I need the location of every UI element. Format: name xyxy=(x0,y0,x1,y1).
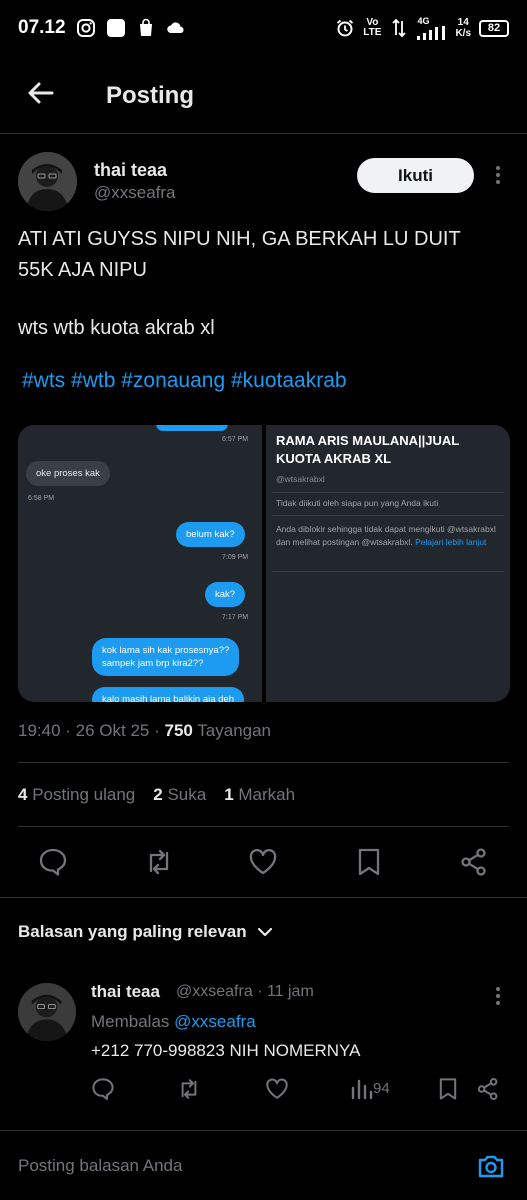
chat-bubble-out: kalo masih lama balikin aja deh xyxy=(92,687,245,702)
share-icon[interactable] xyxy=(476,1077,500,1101)
chat-bubble-out: belum kak? xyxy=(176,522,245,547)
like-icon[interactable] xyxy=(248,847,278,877)
post-media[interactable]: 6:57 PM oke proses kak 6:58 PM belum kak… xyxy=(18,425,510,702)
post-text-line: 55K AJA NIPU xyxy=(18,259,147,281)
app-notification-icon xyxy=(106,19,125,37)
author-handle[interactable]: @xxseafra xyxy=(94,183,176,203)
divider xyxy=(18,826,509,827)
replying-to: Membalas @xxseafra xyxy=(91,1012,256,1031)
post-text-line: wts wtb kuota akrab xl xyxy=(18,317,215,339)
reply-mention[interactable]: @xxseafra xyxy=(174,1012,256,1031)
profile-divider xyxy=(272,571,504,572)
bookmarks-stat[interactable]: 1 Markah xyxy=(224,785,295,805)
signal-indicator: 4G xyxy=(417,16,447,40)
reply-input[interactable]: Posting balasan Anda xyxy=(18,1156,182,1176)
top-bar: Posting xyxy=(0,56,527,134)
post-meta: 19:40 · 26 Okt 25 · 750 Tayangan xyxy=(18,721,272,740)
author-name[interactable]: thai teaa xyxy=(94,160,167,181)
page-title: Posting xyxy=(106,82,194,109)
repost-icon[interactable] xyxy=(177,1077,201,1101)
chat-timestamp: 7:09 PM xyxy=(222,554,249,561)
back-arrow-icon[interactable] xyxy=(24,76,58,110)
post-stats: 4 Posting ulang 2 Suka 1 Markah xyxy=(18,785,295,805)
alarm-icon xyxy=(337,19,354,37)
likes-stat[interactable]: 2 Suka xyxy=(153,785,206,805)
follow-button[interactable]: Ikuti xyxy=(357,158,474,193)
post-text-line: ATI ATI GUYSS NIPU NIH, GA BERKAH LU DUI… xyxy=(18,228,461,250)
status-time: 07.12 xyxy=(18,17,66,38)
chat-timestamp: 7:17 PM xyxy=(222,614,249,621)
more-icon[interactable] xyxy=(495,166,501,184)
divider xyxy=(0,897,527,898)
reply-author-name[interactable]: thai teaa xyxy=(91,982,160,1002)
chat-timestamp: 6:57 PM xyxy=(222,436,249,443)
profile-followers-note: Tidak diikuti oleh siapa pun yang Anda i… xyxy=(276,498,439,508)
reply-text: +212 770-998823 NIH NOMERNYA xyxy=(91,1041,361,1060)
reply-composer[interactable]: Posting balasan Anda xyxy=(0,1130,527,1200)
post-time: 19:40 xyxy=(18,721,61,740)
views-label: Tayangan xyxy=(197,721,272,740)
chat-screenshot[interactable]: 6:57 PM oke proses kak 6:58 PM belum kak… xyxy=(18,425,262,702)
instagram-icon xyxy=(76,19,95,37)
reply-icon[interactable] xyxy=(38,847,68,877)
cloud-icon xyxy=(166,22,184,33)
bookmark-icon[interactable] xyxy=(354,847,384,877)
share-icon[interactable] xyxy=(459,847,489,877)
post-hashtags[interactable]: #wts #wtb #zonauang #kuotaakrab xyxy=(22,369,347,393)
reply-icon[interactable] xyxy=(91,1077,115,1101)
reply-author-avatar[interactable] xyxy=(18,983,76,1041)
reposts-stat[interactable]: 4 Posting ulang xyxy=(18,785,135,805)
camera-icon[interactable] xyxy=(476,1151,506,1181)
status-bar: 07.12 Vo LTE 4G 14 K/s 82 xyxy=(0,0,527,56)
views-count: 750 xyxy=(164,721,193,740)
signal-icon xyxy=(417,25,446,40)
data-transfer-icon xyxy=(392,18,407,38)
chat-bubble-in: oke proses kak xyxy=(26,461,110,486)
profile-divider xyxy=(272,515,504,516)
profile-screenshot[interactable]: RAMA ARIS MAULANA||JUAL KUOTA AKRAB XL @… xyxy=(266,425,510,702)
author-avatar[interactable] xyxy=(18,152,77,211)
chat-bubble-cropped xyxy=(156,425,228,431)
views-icon[interactable] xyxy=(350,1077,374,1101)
network-speed: 14 K/s xyxy=(455,17,471,39)
battery-indicator: 82 xyxy=(479,19,509,37)
like-icon[interactable] xyxy=(265,1077,289,1101)
divider xyxy=(18,762,509,763)
profile-handle: @wtsakrabxl xyxy=(276,474,325,484)
chat-bubble-out: kak? xyxy=(205,582,246,607)
shop-bag-icon xyxy=(139,18,152,36)
reply-author-handle[interactable]: @xxseafra · 11 jam xyxy=(176,983,314,1001)
chevron-down-icon xyxy=(257,927,272,937)
reply-more-icon[interactable] xyxy=(495,987,501,1005)
reply-views-count: 94 xyxy=(373,1080,390,1097)
profile-divider xyxy=(272,492,504,493)
chat-timestamp: 6:58 PM xyxy=(28,495,55,502)
post-date: 26 Okt 25 xyxy=(75,721,150,740)
profile-blocked-note: Anda diblokir sehingga tidak dapat mengi… xyxy=(276,524,496,547)
chat-bubble-out: kok lama sih kak prosesnya?? sampek jam … xyxy=(92,638,240,676)
volte-indicator: Vo LTE xyxy=(363,17,382,38)
reply-sort-dropdown[interactable]: Balasan yang paling relevan xyxy=(18,922,273,942)
repost-icon[interactable] xyxy=(144,847,174,877)
profile-name: RAMA ARIS MAULANA||JUAL KUOTA AKRAB XL xyxy=(276,433,460,466)
bookmark-icon[interactable] xyxy=(436,1077,460,1101)
